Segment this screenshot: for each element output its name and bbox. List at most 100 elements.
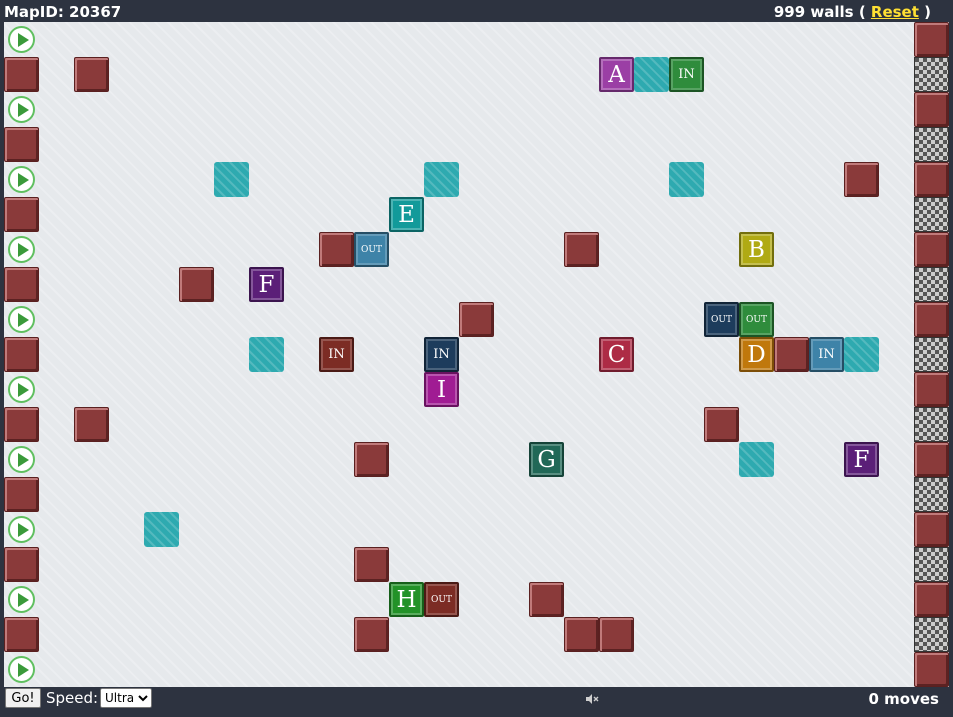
wall-block[interactable]: [74, 407, 109, 442]
teleport-out: OUT: [704, 302, 739, 337]
play-button[interactable]: [4, 372, 39, 407]
teleport-in: IN: [809, 337, 844, 372]
teleport-in: IN: [669, 57, 704, 92]
wall-block: [914, 22, 949, 57]
wall-block: [4, 407, 39, 442]
wall-block: [914, 582, 949, 617]
goal-checker-tile: [914, 477, 949, 512]
wall-block: [4, 547, 39, 582]
teleport-in: IN: [424, 337, 459, 372]
ice-tile: [844, 337, 879, 372]
teleport-out: OUT: [354, 232, 389, 267]
wall-block: [914, 372, 949, 407]
play-button[interactable]: [4, 232, 39, 267]
goal-checker-tile: [914, 547, 949, 582]
play-icon: [8, 236, 35, 263]
wall-block: [914, 652, 949, 687]
goal-checker-tile: [914, 57, 949, 92]
play-button[interactable]: [4, 652, 39, 687]
play-icon: [8, 376, 35, 403]
play-icon: [8, 166, 35, 193]
wall-block: [4, 197, 39, 232]
wall-block: [914, 232, 949, 267]
wall-block[interactable]: [74, 57, 109, 92]
play-icon: [8, 516, 35, 543]
wall-block[interactable]: [564, 232, 599, 267]
goal-checker-tile: [914, 197, 949, 232]
checkpoint-b: B: [739, 232, 774, 267]
map-id: MapID: 20367: [4, 3, 122, 21]
checkpoint-g: G: [529, 442, 564, 477]
wall-block[interactable]: [459, 302, 494, 337]
wall-block: [4, 617, 39, 652]
wall-block[interactable]: [844, 162, 879, 197]
speed-label: Speed:: [46, 689, 99, 707]
moves-counter: 0 moves: [868, 690, 939, 708]
wall-block: [914, 92, 949, 127]
ice-tile: [214, 162, 249, 197]
wall-block[interactable]: [564, 617, 599, 652]
checkpoint-e: E: [389, 197, 424, 232]
ice-tile: [144, 512, 179, 547]
play-icon: [8, 656, 35, 683]
play-icon: [8, 26, 35, 53]
checkpoint-i: I: [424, 372, 459, 407]
bottom-bar: Go! Speed: Ultra 0 moves: [0, 687, 953, 717]
wall-block[interactable]: [599, 617, 634, 652]
wall-block: [4, 267, 39, 302]
play-button[interactable]: [4, 92, 39, 127]
play-button[interactable]: [4, 582, 39, 617]
checkpoint-d: D: [739, 337, 774, 372]
play-icon: [8, 306, 35, 333]
checkpoint-h: H: [389, 582, 424, 617]
goal-checker-tile: [914, 267, 949, 302]
play-button[interactable]: [4, 162, 39, 197]
wall-block[interactable]: [319, 232, 354, 267]
wall-block[interactable]: [354, 617, 389, 652]
wall-block[interactable]: [354, 442, 389, 477]
teleport-out: OUT: [424, 582, 459, 617]
wall-block[interactable]: [529, 582, 564, 617]
top-bar: MapID: 20367 999 walls ( Reset ): [0, 0, 953, 22]
wall-block: [914, 162, 949, 197]
wall-block: [4, 127, 39, 162]
speed-select[interactable]: Ultra: [100, 688, 152, 708]
reset-link[interactable]: Reset: [871, 3, 919, 21]
play-button[interactable]: [4, 22, 39, 57]
wall-block: [914, 512, 949, 547]
ice-tile: [634, 57, 669, 92]
wall-block[interactable]: [354, 547, 389, 582]
close-paren: ): [924, 3, 931, 21]
speaker-muted-icon[interactable]: [585, 693, 599, 705]
teleport-out: OUT: [739, 302, 774, 337]
go-button[interactable]: Go!: [5, 688, 41, 708]
game-board[interactable]: A E B F C D I G F H IN OUT OUT OUT IN IN IN OUT: [4, 22, 949, 687]
play-icon: [8, 446, 35, 473]
wall-block: [914, 302, 949, 337]
play-button[interactable]: [4, 302, 39, 337]
wall-block: [4, 57, 39, 92]
goal-checker-tile: [914, 127, 949, 162]
ice-tile: [424, 162, 459, 197]
checkpoint-a: A: [599, 57, 634, 92]
checkpoint-f: F: [249, 267, 284, 302]
play-icon: [8, 586, 35, 613]
open-paren: (: [858, 3, 866, 21]
ice-tile: [249, 337, 284, 372]
ice-tile: [669, 162, 704, 197]
wall-block[interactable]: [704, 407, 739, 442]
teleport-in: IN: [319, 337, 354, 372]
wall-block: [914, 442, 949, 477]
wall-block: [4, 337, 39, 372]
play-button[interactable]: [4, 442, 39, 477]
play-icon: [8, 96, 35, 123]
goal-checker-tile: [914, 407, 949, 442]
play-button[interactable]: [4, 512, 39, 547]
checkpoint-c: C: [599, 337, 634, 372]
wall-block[interactable]: [179, 267, 214, 302]
goal-checker-tile: [914, 337, 949, 372]
goal-checker-tile: [914, 617, 949, 652]
walls-count: 999 walls: [773, 3, 854, 21]
wall-block[interactable]: [774, 337, 809, 372]
wall-block: [4, 477, 39, 512]
